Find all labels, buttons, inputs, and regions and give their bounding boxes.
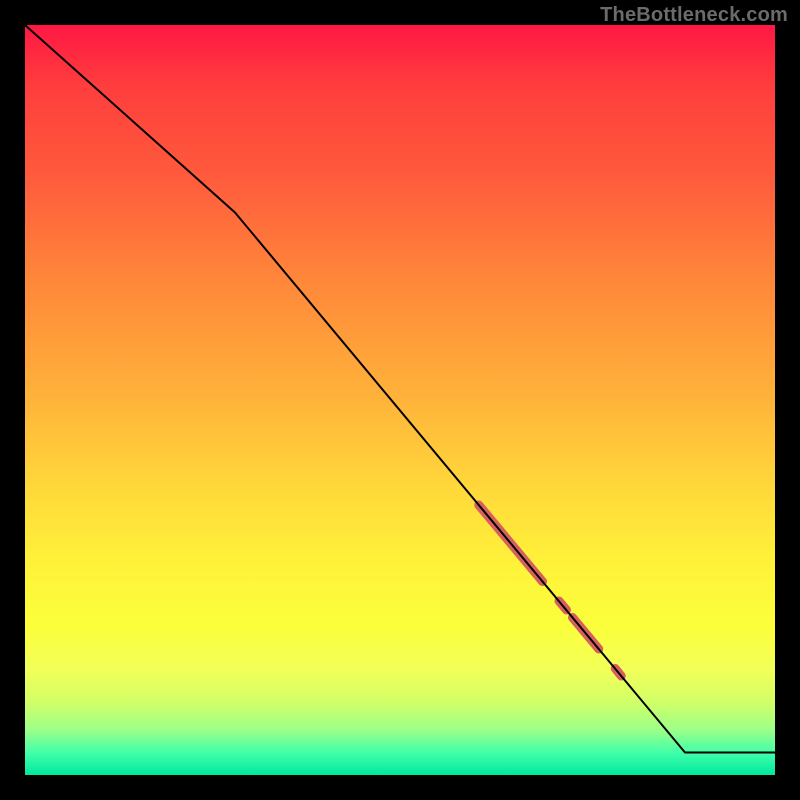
chart-svg — [25, 25, 775, 775]
watermark-text: TheBottleneck.com — [600, 4, 788, 27]
line-layer — [25, 25, 775, 753]
chart-stage: TheBottleneck.com — [0, 0, 800, 800]
series-line — [25, 25, 775, 753]
plot-area — [25, 25, 775, 775]
